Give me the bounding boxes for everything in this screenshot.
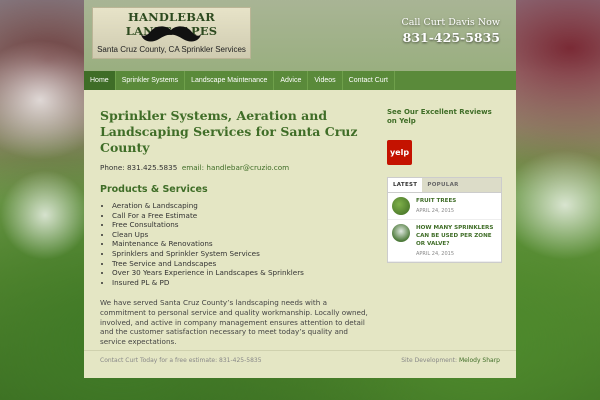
header-phone[interactable]: 831-425-5835 <box>403 30 500 45</box>
yelp-logo-button[interactable]: yelp <box>387 140 412 165</box>
nav-contact-curt[interactable]: Contact Curt <box>343 71 395 90</box>
post-item[interactable]: FRUIT TREES APRIL 24, 2015 <box>388 193 501 220</box>
page-container: HANDLEBAR LANDSCAPES Santa Cruz County, … <box>84 0 516 378</box>
background-spray <box>0 170 90 260</box>
main-content: Sprinkler Systems, Aeration and Landscap… <box>100 108 370 346</box>
post-date: APRIL 24, 2015 <box>416 251 455 257</box>
products-list: Aeration & Landscaping Call For a Free E… <box>100 201 370 287</box>
footer-estimate-text: Contact Curt Today for a free estimate: … <box>100 357 262 364</box>
site-footer: Contact Curt Today for a free estimate: … <box>84 350 516 371</box>
footer-credit-label: Site Development: <box>401 357 458 364</box>
list-item: Tree Service and Landscapes <box>112 259 370 269</box>
phone-text: Phone: 831.425.5835 <box>100 163 178 172</box>
list-item: Maintenance & Renovations <box>112 239 370 249</box>
call-label: Call Curt Davis Now <box>401 17 500 28</box>
nav-sprinkler-systems[interactable]: Sprinkler Systems <box>116 71 186 90</box>
mustache-icon <box>141 26 201 42</box>
list-item: Free Consultations <box>112 220 370 230</box>
list-item: Clean Ups <box>112 230 370 240</box>
site-logo[interactable]: HANDLEBAR LANDSCAPES Santa Cruz County, … <box>92 7 251 59</box>
post-thumbnail <box>392 224 410 242</box>
email-link[interactable]: email: handlebar@cruzio.com <box>182 163 289 172</box>
list-item: Sprinklers and Sprinkler System Services <box>112 249 370 259</box>
nav-videos[interactable]: Videos <box>308 71 343 90</box>
nav-landscape-maintenance[interactable]: Landscape Maintenance <box>185 71 275 90</box>
logo-subtitle: Santa Cruz County, CA Sprinkler Services <box>97 45 246 54</box>
nav-home[interactable]: Home <box>84 71 116 90</box>
list-item: Call For a Free Estimate <box>112 211 370 221</box>
footer-credit-link[interactable]: Melody Sharp <box>459 357 500 364</box>
posts-tab-row: LATEST POPULAR <box>388 178 501 193</box>
footer-credit: Site Development: Melody Sharp <box>401 357 500 364</box>
nav-advice[interactable]: Advice <box>274 71 309 90</box>
tab-latest[interactable]: LATEST <box>388 178 423 192</box>
tab-popular[interactable]: POPULAR <box>422 178 463 192</box>
page-title: Sprinkler Systems, Aeration and Landscap… <box>100 108 358 155</box>
post-thumbnail <box>392 197 410 215</box>
products-heading: Products & Services <box>100 184 208 195</box>
list-item: Insured PL & PD <box>112 278 370 288</box>
post-title[interactable]: FRUIT TREES <box>416 197 456 205</box>
reviews-title: See Our Excellent Reviews on Yelp <box>387 108 492 125</box>
intro-paragraph: We have served Santa Cruz County’s lands… <box>100 298 368 346</box>
post-title[interactable]: HOW MANY SPRINKLERS CAN BE USED PER ZONE… <box>416 224 497 248</box>
site-header: HANDLEBAR LANDSCAPES Santa Cruz County, … <box>84 0 516 71</box>
post-date: APRIL 24, 2015 <box>416 208 455 214</box>
posts-widget: LATEST POPULAR FRUIT TREES APRIL 24, 201… <box>387 177 502 263</box>
contact-line: Phone: 831.425.5835 email: handlebar@cru… <box>100 163 370 172</box>
list-item: Aeration & Landscaping <box>112 201 370 211</box>
main-nav: Home Sprinkler Systems Landscape Mainten… <box>84 71 516 90</box>
list-item: Over 30 Years Experience in Landscapes &… <box>112 268 370 278</box>
sidebar: See Our Excellent Reviews on Yelp yelp L… <box>387 108 502 263</box>
post-item[interactable]: HOW MANY SPRINKLERS CAN BE USED PER ZONE… <box>388 220 501 262</box>
